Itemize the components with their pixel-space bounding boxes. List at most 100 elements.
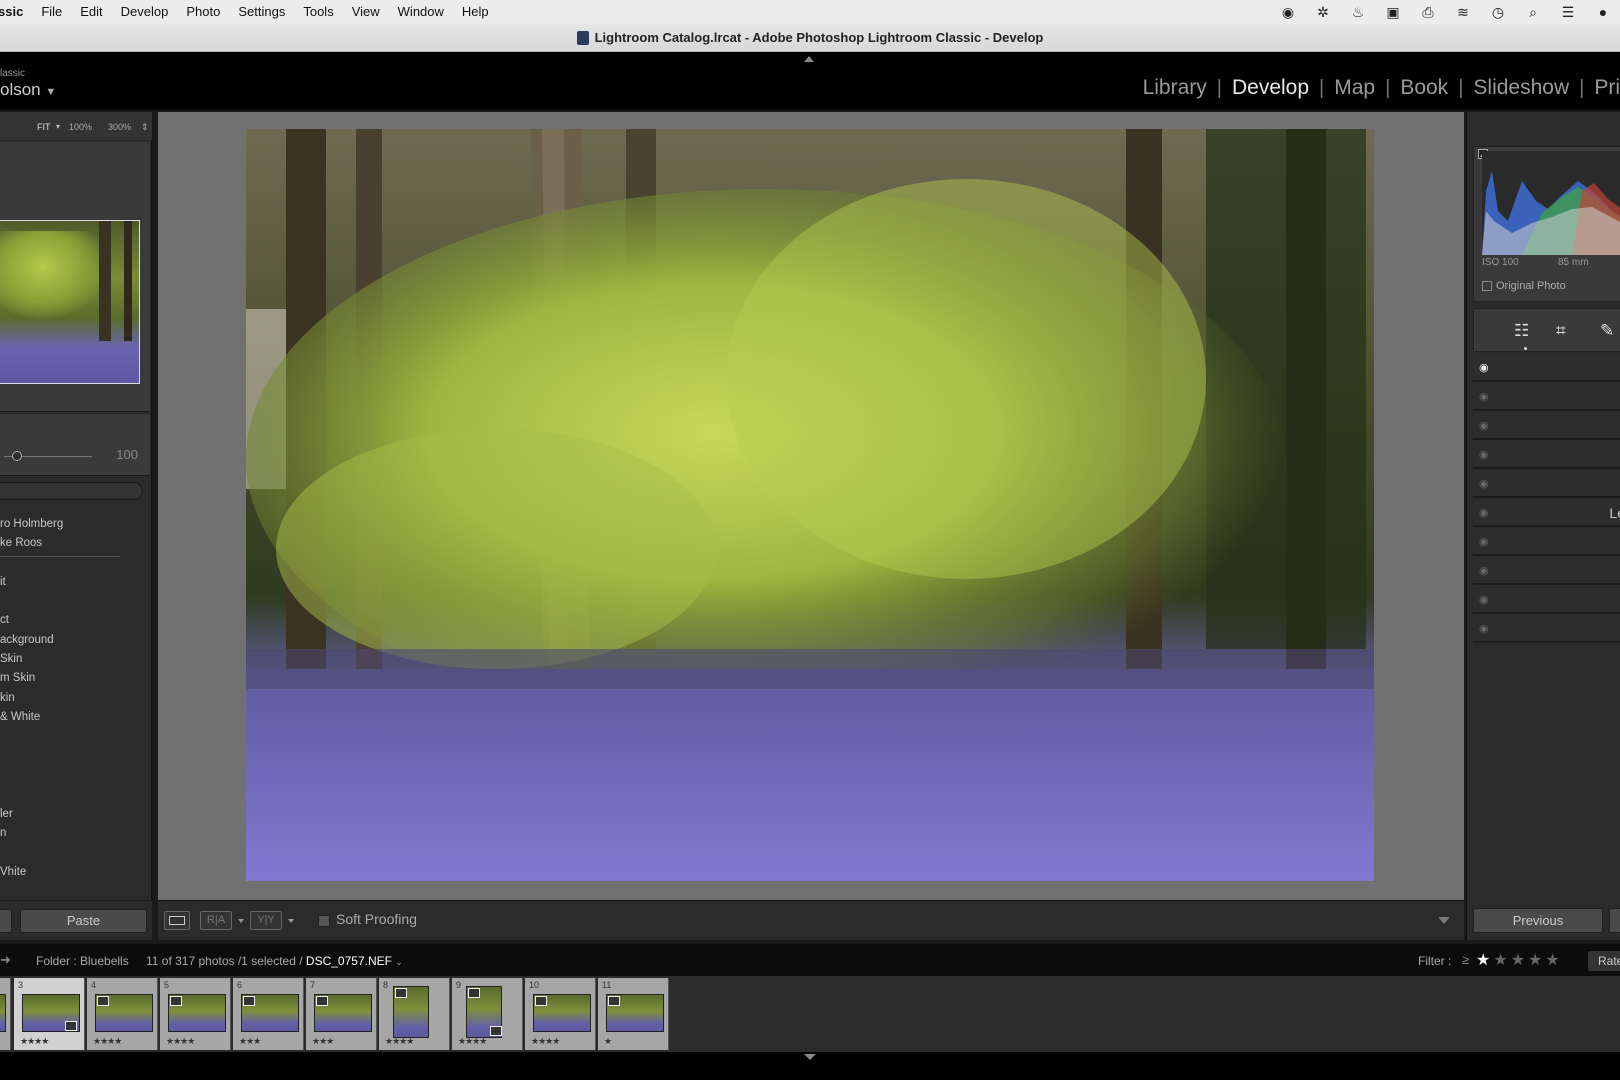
- toolbar-content-dropdown-icon[interactable]: [1438, 917, 1450, 924]
- soft-proofing-checkbox[interactable]: [318, 915, 330, 927]
- module-book[interactable]: Book: [1390, 76, 1458, 100]
- butterfly-icon[interactable]: ✲: [1314, 4, 1332, 20]
- panel-row[interactable]: ◉: [1473, 528, 1620, 556]
- filmstrip-cell-selected[interactable]: 3 ★★★★: [14, 978, 85, 1050]
- eye-icon[interactable]: ◉: [1479, 361, 1489, 374]
- original-photo-checkbox[interactable]: [1482, 281, 1492, 291]
- collapse-top-panel-icon[interactable]: [804, 56, 814, 62]
- selected-filename[interactable]: DSC_0757.NEF: [306, 954, 392, 968]
- filmstrip-cell[interactable]: 6 ★★★: [233, 978, 304, 1050]
- preset-item[interactable]: ro Holmberg: [0, 518, 63, 530]
- zoom-fit[interactable]: FIT: [37, 122, 51, 132]
- before-after-dropdown-icon[interactable]: [238, 919, 244, 923]
- identity-plate-line2[interactable]: olson ▼: [0, 80, 56, 100]
- module-library[interactable]: Library: [1133, 76, 1217, 100]
- eye-icon[interactable]: ◉: [1479, 390, 1489, 403]
- time-machine-icon[interactable]: ◷: [1489, 4, 1507, 20]
- menu-photo[interactable]: Photo: [177, 0, 229, 24]
- wifi-icon[interactable]: ≋: [1454, 4, 1472, 20]
- collapse-filmstrip-icon[interactable]: [804, 1054, 816, 1060]
- filmstrip-cell[interactable]: 8 ★★★★: [379, 978, 450, 1050]
- eye-icon[interactable]: ◉: [1479, 448, 1489, 461]
- rating-operator[interactable]: ≥: [1462, 952, 1469, 967]
- size-slider-knob[interactable]: [12, 451, 22, 461]
- display-icon[interactable]: ▣: [1384, 4, 1402, 20]
- before-after-swap-button[interactable]: Y|Y: [250, 911, 282, 930]
- image-canvas[interactable]: [158, 112, 1464, 900]
- menu-view[interactable]: View: [343, 0, 389, 24]
- preset-item[interactable]: n: [0, 827, 6, 839]
- rating-filter-stars[interactable]: ★★★★★: [1476, 950, 1563, 970]
- zoom-stepper-icon[interactable]: ⇕: [141, 122, 149, 133]
- preset-item[interactable]: kin: [0, 692, 15, 704]
- panel-row-lens[interactable]: ◉ Le: [1473, 499, 1620, 527]
- panel-row[interactable]: ◉: [1473, 354, 1620, 382]
- main-photo[interactable]: [246, 129, 1374, 881]
- navigator-preview[interactable]: [0, 142, 150, 412]
- spotlight-icon[interactable]: ⌕: [1524, 4, 1542, 20]
- previous-button[interactable]: Previous: [1473, 908, 1603, 933]
- siri-icon[interactable]: ●: [1594, 4, 1612, 20]
- filmstrip-cell[interactable]: [0, 978, 11, 1050]
- filmstrip-cell[interactable]: 11 ★: [598, 978, 669, 1050]
- navigator-thumbnail[interactable]: [0, 220, 140, 384]
- panel-row[interactable]: ◉: [1473, 615, 1620, 643]
- preset-item[interactable]: ackground: [0, 634, 54, 646]
- menu-file[interactable]: File: [32, 0, 71, 24]
- flame-icon[interactable]: ♨: [1349, 4, 1367, 20]
- rated-dropdown[interactable]: Rate: [1588, 951, 1620, 971]
- original-photo-toggle[interactable]: Original Photo: [1482, 280, 1566, 292]
- eye-icon[interactable]: ◉: [1479, 622, 1489, 635]
- preset-item[interactable]: ler: [0, 808, 13, 820]
- zoom-300[interactable]: 300%: [108, 122, 131, 132]
- module-map[interactable]: Map: [1324, 76, 1385, 100]
- zoom-100[interactable]: 100%: [69, 122, 92, 132]
- menu-edit[interactable]: Edit: [71, 0, 111, 24]
- menu-window[interactable]: Window: [389, 0, 453, 24]
- panel-row[interactable]: ◉: [1473, 412, 1620, 440]
- histogram-panel[interactable]: ISO 100 85 mm Original Photo: [1473, 146, 1620, 302]
- module-print[interactable]: Pri: [1584, 76, 1620, 100]
- control-center-icon[interactable]: ☰: [1559, 4, 1577, 20]
- eye-icon[interactable]: ◉: [1479, 506, 1489, 519]
- healing-eraser-icon[interactable]: ✎: [1600, 321, 1614, 341]
- panel-row[interactable]: ◉: [1473, 586, 1620, 614]
- preset-item[interactable]: it: [0, 576, 6, 588]
- filmstrip-cell[interactable]: 4 ★★★★: [87, 978, 158, 1050]
- presets-search-field[interactable]: [0, 482, 143, 500]
- menu-help[interactable]: Help: [453, 0, 498, 24]
- search-assistant-icon[interactable]: ◉: [1279, 4, 1297, 20]
- preset-item[interactable]: Skin: [0, 653, 22, 665]
- before-after-button[interactable]: R|A: [200, 911, 232, 930]
- eye-icon[interactable]: ◉: [1479, 593, 1489, 606]
- filmstrip-cell[interactable]: 10 ★★★★: [525, 978, 596, 1050]
- filmstrip-cell[interactable]: 7 ★★★: [306, 978, 377, 1050]
- menu-settings[interactable]: Settings: [229, 0, 294, 24]
- eye-icon[interactable]: ◉: [1479, 477, 1489, 490]
- panel-row[interactable]: ◉: [1473, 557, 1620, 585]
- forward-arrow-icon[interactable]: ➜: [0, 952, 11, 968]
- panel-row[interactable]: ◉: [1473, 441, 1620, 469]
- module-develop[interactable]: Develop: [1222, 76, 1319, 100]
- crop-icon[interactable]: ⌗: [1556, 321, 1566, 341]
- copy-button[interactable]: [0, 909, 12, 933]
- edit-sliders-icon[interactable]: ☷: [1514, 321, 1529, 341]
- printer-icon[interactable]: ⎙: [1419, 4, 1437, 20]
- eye-icon[interactable]: ◉: [1479, 564, 1489, 577]
- paste-button[interactable]: Paste: [20, 909, 147, 933]
- loupe-view-button[interactable]: [164, 911, 190, 930]
- reset-button[interactable]: [1609, 908, 1620, 933]
- preset-item[interactable]: & White: [0, 711, 40, 723]
- filmstrip-cell[interactable]: 5 ★★★★: [160, 978, 231, 1050]
- panel-row[interactable]: ◉: [1473, 383, 1620, 411]
- preset-item[interactable]: m Skin: [0, 672, 35, 684]
- menu-tools[interactable]: Tools: [294, 0, 342, 24]
- filmstrip-cell[interactable]: 9 ★★★★: [452, 978, 523, 1050]
- panel-row[interactable]: ◉: [1473, 470, 1620, 498]
- preset-item[interactable]: ke Roos: [0, 537, 42, 549]
- filmstrip-source[interactable]: Folder : Bluebells: [36, 954, 129, 968]
- eye-icon[interactable]: ◉: [1479, 419, 1489, 432]
- eye-icon[interactable]: ◉: [1479, 535, 1489, 548]
- swap-dropdown-icon[interactable]: [288, 919, 294, 923]
- menu-develop[interactable]: Develop: [112, 0, 178, 24]
